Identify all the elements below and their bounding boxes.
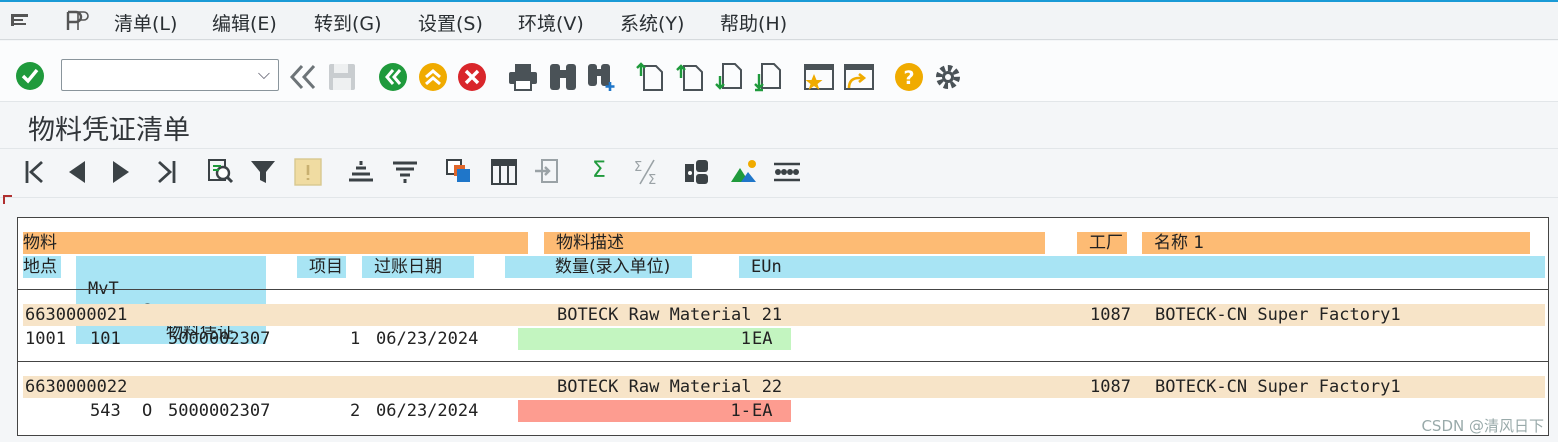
print-icon[interactable] xyxy=(507,62,539,92)
sum-icon[interactable]: Σ xyxy=(592,158,606,183)
menu-help[interactable]: 帮助(H) xyxy=(720,9,787,36)
header-posting-date[interactable]: 过账日期 xyxy=(362,256,474,278)
enter-icon[interactable] xyxy=(15,61,45,91)
last-row-icon[interactable] xyxy=(153,159,179,185)
header-separator xyxy=(18,289,1548,290)
menu-settings[interactable]: 设置(S) xyxy=(418,9,483,36)
shortcut-icon[interactable] xyxy=(843,62,875,92)
sort-descending-icon[interactable] xyxy=(391,158,419,186)
menu-environment[interactable]: 环境(V) xyxy=(518,9,584,36)
page-title: 物料凭证清单 xyxy=(28,115,190,146)
header-plant[interactable]: 工厂 xyxy=(1077,232,1127,254)
header-plant-name[interactable]: 名称 1 xyxy=(1142,232,1530,254)
unit-of-entry: EA xyxy=(752,401,773,421)
item-number: 2 xyxy=(350,401,361,421)
header-item[interactable]: 项目 xyxy=(297,256,346,278)
menu-edit[interactable]: 编辑(E) xyxy=(212,9,277,36)
item-number: 1 xyxy=(350,329,361,349)
header-storage-location[interactable]: 地点 xyxy=(23,256,61,278)
material-document[interactable]: 5000002307 xyxy=(168,400,270,422)
plant-name: BOTECK-CN Super Factory1 xyxy=(1155,305,1401,325)
first-row-icon[interactable] xyxy=(22,159,48,185)
movement-type: 543 xyxy=(90,401,121,421)
posting-date: 06/23/2024 xyxy=(376,329,479,349)
help-icon[interactable]: ? xyxy=(894,62,924,92)
title-bar: 物料凭证清单 xyxy=(0,101,1558,148)
find-next-icon[interactable] xyxy=(586,60,618,92)
quantity-value: 1 xyxy=(740,329,751,349)
unit-of-entry: EA xyxy=(752,329,773,349)
exception-icon[interactable] xyxy=(294,158,322,186)
abc-analysis-icon[interactable] xyxy=(683,158,713,186)
save-icon[interactable] xyxy=(327,62,357,92)
settings-icon[interactable] xyxy=(933,62,963,92)
subtotal-icon[interactable]: ΣΣ xyxy=(632,158,662,186)
previous-row-icon[interactable] xyxy=(64,159,90,185)
graphics-icon[interactable] xyxy=(729,158,759,186)
cancel-icon[interactable] xyxy=(457,62,487,92)
movement-type: 101 xyxy=(90,329,121,349)
storage-location: 1001 xyxy=(25,329,66,349)
export-icon[interactable] xyxy=(533,158,561,186)
print-preview-icon[interactable] xyxy=(445,158,473,186)
sort-ascending-icon[interactable] xyxy=(347,158,375,186)
prev-page-icon[interactable] xyxy=(676,62,706,92)
header-description[interactable]: 物料描述 xyxy=(544,232,1045,254)
create-session-icon[interactable] xyxy=(803,62,835,92)
corner-marker xyxy=(3,195,12,204)
sap-gui-logo-icon[interactable] xyxy=(64,10,90,32)
plant-name: BOTECK-CN Super Factory1 xyxy=(1155,377,1401,397)
quantity-cell: 1 EA xyxy=(518,328,791,350)
header-quantity[interactable]: 数量(录入单位) xyxy=(505,256,692,278)
last-page-icon[interactable] xyxy=(754,62,784,92)
first-page-icon[interactable] xyxy=(636,62,666,92)
material-description: BOTECK Raw Material 21 xyxy=(557,305,783,325)
row-separator xyxy=(18,361,1548,362)
special-stock: O xyxy=(142,401,153,421)
menu-system[interactable]: 系统(Y) xyxy=(620,9,684,36)
change-layout-icon[interactable] xyxy=(490,158,518,186)
next-page-icon[interactable] xyxy=(715,62,745,92)
material-document[interactable]: 5000002307 xyxy=(168,328,270,350)
material-number[interactable]: 6630000021 xyxy=(25,304,127,326)
header-uom[interactable]: EUn xyxy=(739,256,1545,278)
plant: 1087 xyxy=(1090,377,1131,397)
next-row-icon[interactable] xyxy=(108,159,134,185)
exit-icon[interactable] xyxy=(418,62,448,92)
back-icon[interactable] xyxy=(378,62,408,92)
menu-goto[interactable]: 转到(G) xyxy=(314,9,382,36)
details-icon[interactable] xyxy=(206,158,234,186)
posting-date: 06/23/2024 xyxy=(376,401,479,421)
material-number[interactable]: 6630000022 xyxy=(25,376,127,398)
chevron-down-icon[interactable]: ⌵ xyxy=(258,64,270,84)
find-icon[interactable] xyxy=(547,60,579,92)
plant: 1087 xyxy=(1090,305,1131,325)
quantity-cell: 1- EA xyxy=(518,400,791,422)
views-icon[interactable] xyxy=(772,158,802,186)
filter-icon[interactable] xyxy=(249,158,277,186)
back-double-icon[interactable] xyxy=(288,63,318,91)
svg-text:Σ: Σ xyxy=(634,160,642,175)
command-field[interactable]: ⌵ xyxy=(61,59,279,91)
svg-text:Σ: Σ xyxy=(648,173,656,186)
quantity-value: 1- xyxy=(730,401,751,421)
material-description: BOTECK Raw Material 22 xyxy=(557,377,783,397)
header-material[interactable]: 物料 xyxy=(23,232,528,254)
menu-list[interactable]: 清单(L) xyxy=(114,9,177,36)
watermark: CSDN @清风日下 xyxy=(1421,417,1544,435)
svg-text:?: ? xyxy=(903,67,914,89)
window-menu-icon[interactable] xyxy=(10,11,32,31)
menu-bar: 清单(L) 编辑(E) 转到(G) 设置(S) 环境(V) 系统(Y) 帮助(H… xyxy=(0,0,1558,40)
